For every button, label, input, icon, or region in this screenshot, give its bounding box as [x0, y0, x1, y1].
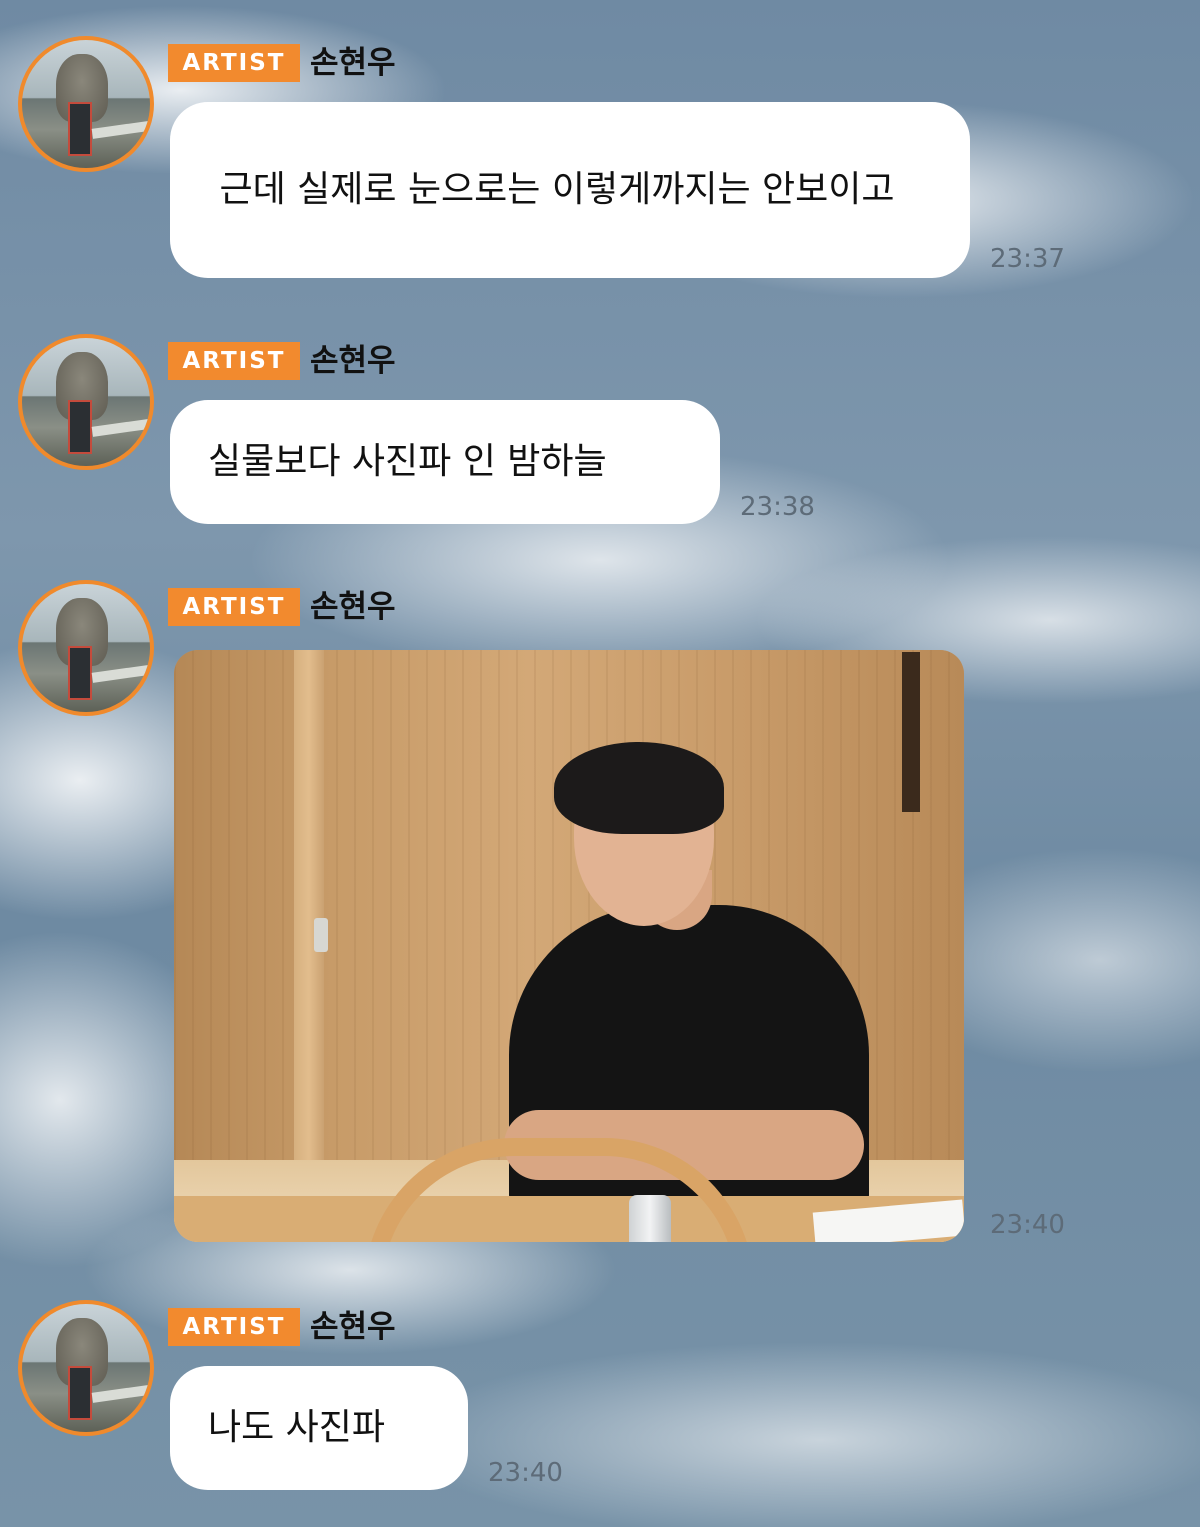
- message-time: 23:40: [990, 1210, 1065, 1240]
- avatar-image-door: [68, 646, 92, 700]
- avatar[interactable]: [18, 36, 154, 172]
- artist-badge: ARTIST: [168, 44, 300, 82]
- avatar-image-railing: [91, 417, 150, 437]
- message-bubble[interactable]: 나도 사진파: [170, 1366, 468, 1490]
- photo-person-hair: [554, 742, 724, 834]
- message-time: 23:38: [740, 492, 815, 522]
- artist-badge: ARTIST: [168, 342, 300, 380]
- avatar-image-door: [68, 400, 92, 454]
- photo-door-frame: [294, 650, 324, 1180]
- message-text: 나도 사진파: [208, 1407, 386, 1448]
- sender-name[interactable]: 손현우: [310, 1308, 396, 1346]
- photo-message[interactable]: [174, 650, 964, 1242]
- message-text: 근데 실제로 눈으로는 이렇게까지는 안보이고: [208, 169, 895, 210]
- photo-door-handle: [314, 918, 328, 952]
- avatar-image-railing: [91, 1383, 150, 1403]
- message-bubble[interactable]: 실물보다 사진파 인 밤하늘: [170, 400, 720, 524]
- avatar[interactable]: [18, 1300, 154, 1436]
- avatar-image-door: [68, 102, 92, 156]
- message-text: 실물보다 사진파 인 밤하늘: [208, 441, 607, 482]
- message-time: 23:40: [488, 1458, 563, 1488]
- message-time: 23:37: [990, 244, 1065, 274]
- message-bubble[interactable]: 근데 실제로 눈으로는 이렇게까지는 안보이고: [170, 102, 970, 278]
- sender-name[interactable]: 손현우: [310, 588, 396, 626]
- avatar-image-door: [68, 1366, 92, 1420]
- avatar-image-railing: [91, 119, 150, 139]
- photo-bottle: [629, 1195, 671, 1242]
- artist-badge: ARTIST: [168, 1308, 300, 1346]
- artist-badge: ARTIST: [168, 588, 300, 626]
- avatar[interactable]: [18, 334, 154, 470]
- avatar[interactable]: [18, 580, 154, 716]
- avatar-image-railing: [91, 663, 150, 683]
- sender-name[interactable]: 손현우: [310, 342, 396, 380]
- photo-dark-panel: [902, 652, 920, 812]
- sender-name[interactable]: 손현우: [310, 44, 396, 82]
